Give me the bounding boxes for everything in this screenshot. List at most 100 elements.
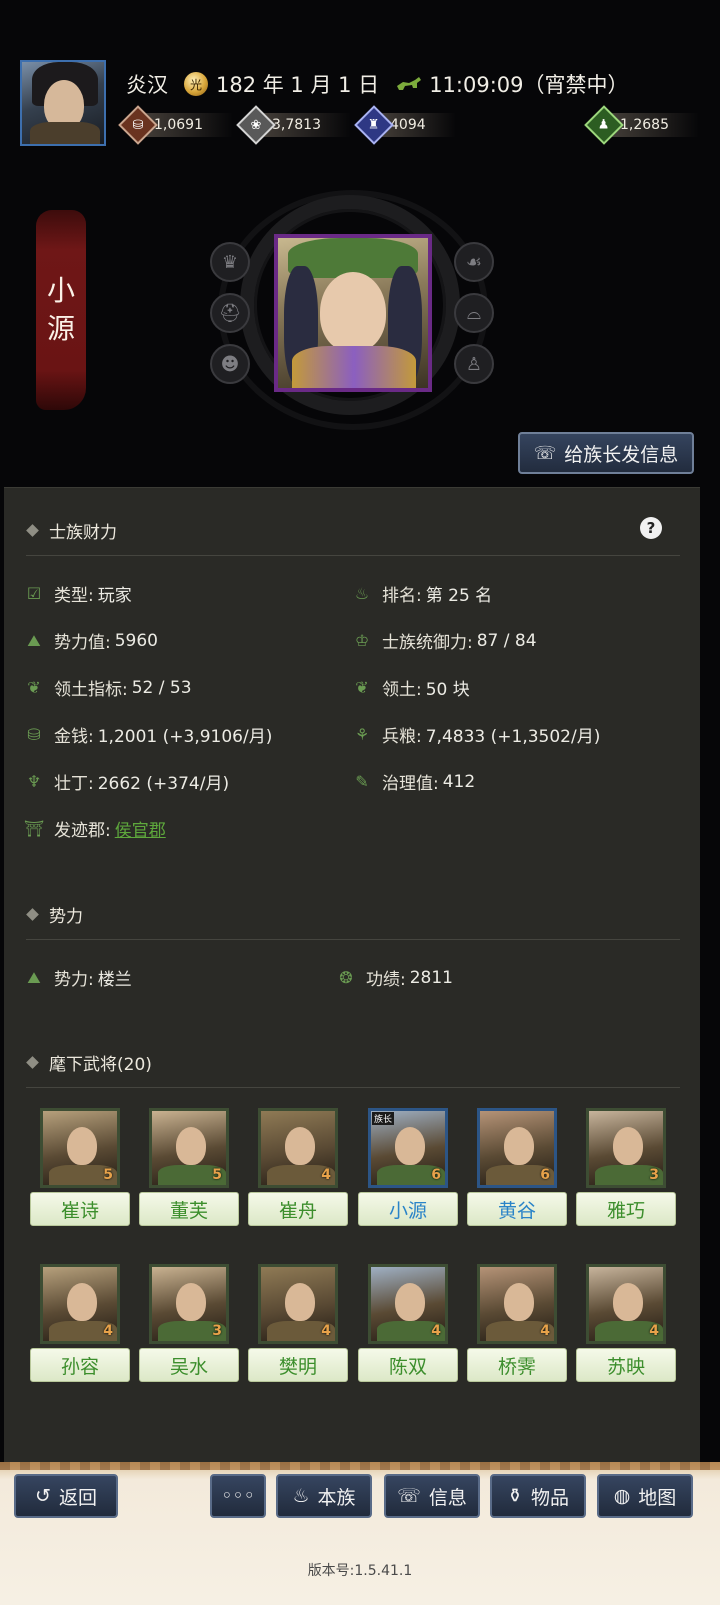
crown-icon[interactable]: ♛: [210, 242, 250, 282]
stat-manpower: ♆ 壮丁: 2662 (+374/月): [24, 769, 229, 794]
stat-rank-value: 第 25 名: [425, 586, 493, 606]
stat-merit: ❂ 功绩: 2811: [336, 965, 453, 991]
general-portrait[interactable]: 6: [477, 1108, 557, 1188]
clan-info-panel[interactable]: 士族财力 ? ☑ 类型: 玩家 ⛰ 势力值: 5960 ❦ 领土指标: 52 /…: [4, 487, 700, 1477]
gate-icon: ⛩: [23, 819, 45, 838]
stat-provisions: ⚘ 兵粮: 7,4833 (+1,3502/月): [352, 722, 601, 747]
general-portrait[interactable]: 5: [149, 1108, 229, 1188]
divider: [26, 939, 680, 940]
player-avatar[interactable]: [20, 60, 106, 146]
back-button[interactable]: ↺ 返回: [14, 1474, 118, 1518]
general-portrait[interactable]: 6 族长: [368, 1108, 448, 1188]
general-cost: 3: [649, 1167, 659, 1183]
graduation-cap-icon[interactable]: ♙: [454, 344, 494, 384]
horse-icon: [397, 77, 422, 90]
stat-money: ⛁ 金钱: 1,2001 (+3,9106/月): [24, 722, 272, 747]
leader-tag: 族长: [372, 1112, 395, 1125]
general-name-button[interactable]: 吴水: [139, 1348, 239, 1382]
stat-power-value: 5960: [114, 630, 158, 651]
general-portrait[interactable]: 4: [258, 1264, 338, 1344]
stat-clan-command: ♔ 士族统御力: 87 / 84: [352, 628, 537, 654]
general-cost: 5: [103, 1167, 113, 1183]
resource-money-bag[interactable]: ♟ 1,2685: [584, 105, 712, 145]
stat-power: ⛰ 势力值: 5960: [24, 628, 158, 654]
character-portrait: [274, 234, 432, 392]
mask-icon[interactable]: ☻: [210, 344, 250, 384]
help-icon[interactable]: ?: [640, 517, 662, 539]
general-portrait[interactable]: 4: [586, 1264, 666, 1344]
origin-commandery-link[interactable]: 侯官郡: [115, 816, 166, 841]
mountain-icon: ⛰: [27, 967, 41, 987]
coin-stack-icon: ⛁: [132, 117, 144, 133]
send-message-to-leader-button[interactable]: ☏ 给族长发信息: [518, 432, 694, 474]
map-button[interactable]: ◍ 地图: [597, 1474, 693, 1518]
governance-icon: ✎: [355, 772, 369, 791]
general-portrait[interactable]: 3: [149, 1264, 229, 1344]
general-cost: 4: [103, 1323, 113, 1339]
stat-governance: ✎ 治理值: 412: [352, 769, 476, 795]
stat-clan-command-value: 87 / 84: [476, 630, 537, 651]
rank-icon: ♨: [354, 584, 370, 603]
clan-button[interactable]: ♨ 本族: [276, 1474, 372, 1518]
clan-icon: ♨: [292, 1485, 310, 1507]
chat-bubble-icon: ☏: [397, 1485, 421, 1507]
general-name-button[interactable]: 桥霁: [467, 1348, 567, 1382]
general-portrait[interactable]: 4: [477, 1264, 557, 1344]
coins-icon: ⛁: [27, 725, 41, 744]
general-name-button[interactable]: 崔舟: [248, 1192, 348, 1226]
stat-type: ☑ 类型: 玩家: [24, 581, 132, 606]
items-icon: ⚱: [507, 1485, 523, 1507]
chat-bubble-icon: ☏: [533, 442, 557, 464]
general-cost: 4: [321, 1323, 331, 1339]
soldier-icon: ♜: [368, 117, 380, 133]
resource-bar: ⛁ 1,0691 ❀ 3,7813 ♜ 4094: [118, 105, 474, 145]
general-name-button[interactable]: 黄谷: [467, 1192, 567, 1226]
hat-icon[interactable]: ⌓: [454, 293, 494, 333]
general-portrait[interactable]: 3: [586, 1108, 666, 1188]
stat-territory-quota-value: 52 / 53: [131, 677, 192, 698]
resource-soldier[interactable]: ♜ 4094: [354, 105, 474, 145]
header-info: 炎汉 光 182 年 1 月 1 日 11:09:09（宵禁中）: [126, 66, 629, 102]
general-name-button[interactable]: 崔诗: [30, 1192, 130, 1226]
resource-coin[interactable]: ⛁ 1,0691: [118, 105, 238, 145]
general-name-button[interactable]: 雅巧: [576, 1192, 676, 1226]
general-portrait[interactable]: 4: [40, 1264, 120, 1344]
section-diamond-icon: [26, 524, 39, 537]
more-button[interactable]: ◦◦◦: [210, 1474, 266, 1518]
general-cost: 3: [212, 1323, 222, 1339]
stat-manpower-value: 2662 (+374/月): [97, 774, 230, 794]
leader-icon: ♔: [354, 631, 370, 650]
resource-grain[interactable]: ❀ 3,7813: [236, 105, 356, 145]
grain-icon: ❀: [250, 117, 262, 133]
land-icon: ❦: [355, 678, 369, 697]
items-button[interactable]: ⚱ 物品: [490, 1474, 586, 1518]
back-arrow-icon: ↺: [35, 1485, 51, 1507]
faction-name: 炎汉: [126, 73, 168, 97]
general-portrait[interactable]: 5: [40, 1108, 120, 1188]
stat-governance-value: 412: [442, 771, 476, 792]
section-generals: 麾下武将(20): [26, 1050, 152, 1075]
check-calendar-icon: ☑: [26, 584, 42, 603]
hand-seed-icon[interactable]: ☙: [454, 242, 494, 282]
stat-provisions-value: 7,4833 (+1,3502/月): [425, 727, 601, 747]
general-name-button[interactable]: 苏映: [576, 1348, 676, 1382]
info-button[interactable]: ☏ 信息: [384, 1474, 480, 1518]
general-name-button[interactable]: 孙容: [30, 1348, 130, 1382]
stat-force-value: 楼兰: [97, 970, 132, 990]
general-name-button[interactable]: 陈双: [358, 1348, 458, 1382]
divider: [26, 1087, 680, 1088]
helmet-icon[interactable]: ⛑: [210, 293, 250, 333]
money-bag-icon: ♟: [598, 117, 610, 133]
general-portrait[interactable]: 4: [368, 1264, 448, 1344]
general-name-button[interactable]: 小源: [358, 1192, 458, 1226]
stat-merit-value: 2811: [409, 967, 453, 988]
general-portrait[interactable]: 4: [258, 1108, 338, 1188]
section-diamond-icon: [26, 1056, 39, 1069]
stat-force: ⛰ 势力: 楼兰: [24, 965, 132, 991]
merit-medal-icon: ❂: [339, 968, 353, 987]
character-name-banner: 小 源: [36, 210, 86, 410]
general-cost: 4: [649, 1323, 659, 1339]
more-dots-icon: ◦◦◦: [221, 1485, 255, 1507]
general-name-button[interactable]: 董芙: [139, 1192, 239, 1226]
general-name-button[interactable]: 樊明: [248, 1348, 348, 1382]
